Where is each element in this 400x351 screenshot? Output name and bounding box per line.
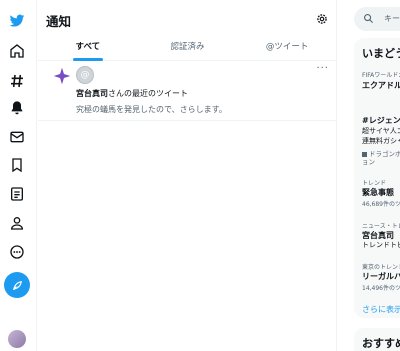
page-header: 通知 (38, 0, 337, 36)
notification-tabs: すべて 認証済み @ツイート (38, 36, 337, 61)
tweet-text: 究極の蟻馬を発見したので、さらします。 (76, 105, 227, 114)
profile-icon (10, 217, 24, 230)
notifications-column: 通知 すべて 認証済み @ツイート @ ··· 宮台真司さんの最近のツイート 究… (38, 0, 337, 351)
trend-count: 46,689件のツイート (362, 201, 400, 208)
messages-icon (10, 131, 24, 143)
explore-button[interactable] (6, 70, 28, 92)
trend-description: 連無料ガシャ (362, 137, 400, 145)
tab-mentions[interactable]: @ツイート (237, 36, 337, 60)
trend-name[interactable]: #レジェンズ (362, 115, 400, 126)
sparkle-icon (53, 67, 71, 85)
compose-icon (12, 280, 22, 290)
settings-gear-icon[interactable] (315, 12, 329, 26)
account-avatar[interactable] (8, 330, 26, 348)
follow-title: おすすめユーザー (362, 337, 400, 350)
promoted-icon (362, 151, 367, 157)
tab-verified[interactable]: 認証済み (138, 36, 238, 60)
trend-description: トレンドトピック (362, 241, 400, 249)
trend-count: 14,496件のツイート (362, 285, 400, 292)
trend-name[interactable]: エクアドル対セネガル (362, 80, 400, 91)
promoted-label-cont: ョン (362, 158, 375, 166)
more-icon (10, 245, 24, 259)
home-button[interactable] (6, 40, 28, 62)
notification-summary: 宮台真司さんの最近のツイート (76, 88, 188, 99)
who-to-follow-panel: おすすめユーザー (354, 328, 400, 351)
tab-all[interactable]: すべて (38, 36, 138, 60)
user-avatar[interactable]: @ (76, 66, 94, 84)
explore-icon (11, 74, 23, 88)
more-options-button[interactable]: ··· (316, 63, 329, 74)
search-input[interactable]: キーワード検索 (354, 7, 400, 31)
trends-title: いまどうしてる？ (362, 47, 400, 60)
trend-category: ニュース・トレンド (362, 223, 400, 230)
lists-icon (11, 187, 23, 201)
trend-category: トレンド (362, 180, 387, 187)
notifications-icon (11, 101, 23, 115)
more-button[interactable] (6, 241, 28, 263)
promoted-label: ドラゴンボール (362, 150, 400, 158)
messages-button[interactable] (6, 126, 28, 148)
profile-button[interactable] (6, 212, 28, 234)
bookmarks-icon (12, 158, 22, 173)
twitter-logo-icon[interactable] (6, 10, 28, 32)
trends-panel: いまどうしてる？ FIFAワールドカップ・LIVE エクアドル対セネガル #レジ… (354, 38, 400, 318)
compose-tweet-button[interactable] (4, 272, 30, 298)
right-sidebar: キーワード検索 いまどうしてる？ FIFAワールドカップ・LIVE エクアドル対… (338, 0, 400, 351)
search-placeholder: キーワード検索 (384, 14, 400, 23)
bookmarks-button[interactable] (6, 154, 28, 176)
twitter-bird-icon (9, 14, 25, 27)
show-more-link[interactable]: さらに表示 (362, 304, 400, 315)
nav-rail (0, 0, 37, 351)
trend-name[interactable]: 緊急事態 (362, 187, 394, 198)
notification-item[interactable]: @ ··· 宮台真司さんの最近のツイート 究極の蟻馬を発見したので、さらします。 (38, 61, 337, 121)
notification-user[interactable]: 宮台真司 (76, 89, 108, 98)
page-title: 通知 (46, 14, 72, 29)
home-icon (10, 44, 24, 58)
trend-name[interactable]: リーガルハイ (362, 271, 400, 282)
search-icon (364, 14, 374, 24)
trend-category: FIFAワールドカップ・LIVE (362, 72, 400, 79)
trend-category: 東京のトレンド (362, 264, 400, 271)
trend-description: 超サイヤ人ゴッド (362, 127, 400, 135)
lists-button[interactable] (6, 183, 28, 205)
notifications-button[interactable] (6, 97, 28, 119)
notification-action: さんの最近のツイート (108, 89, 188, 98)
